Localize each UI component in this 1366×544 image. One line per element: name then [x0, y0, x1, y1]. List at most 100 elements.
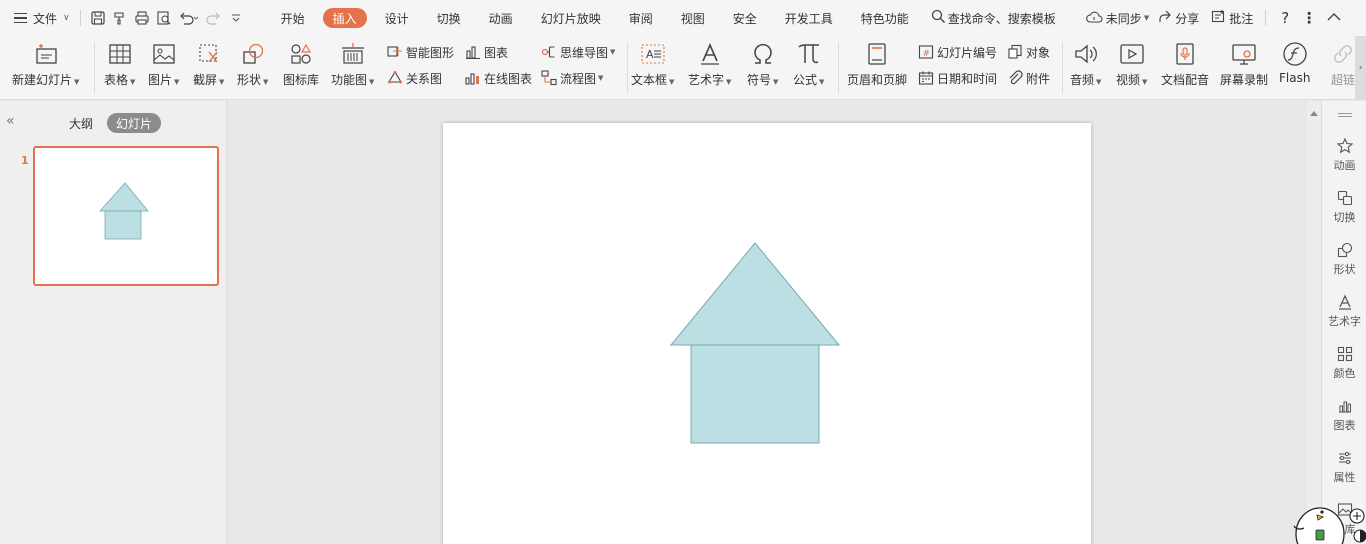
flowchart-icon	[541, 70, 557, 86]
undo-icon[interactable]	[175, 7, 203, 29]
symbol-button[interactable]: 符号 ▼	[747, 40, 778, 88]
slide-thumbnail[interactable]	[33, 146, 219, 286]
smart-art-button[interactable]: 智能图形	[387, 42, 454, 62]
house-shape[interactable]	[443, 123, 1091, 544]
divider	[79, 10, 81, 26]
svg-text:#: #	[923, 49, 931, 59]
function-chart-label: 功能图	[331, 73, 368, 87]
pane-animation-label: 动画	[1333, 159, 1356, 172]
chevron-down-icon: ∨	[63, 13, 70, 23]
divider	[627, 42, 628, 94]
textbox-button[interactable]: A 文本框 ▼	[631, 40, 674, 88]
file-menu-label: 文件	[33, 11, 58, 26]
chart-button[interactable]: 图表	[465, 42, 508, 62]
tab-animation[interactable]: 动画	[479, 8, 523, 28]
datetime-button[interactable]: 日期和时间	[918, 68, 997, 88]
print-icon[interactable]	[131, 7, 153, 29]
tab-security[interactable]: 安全	[723, 8, 767, 28]
pane-color[interactable]: 颜色	[1322, 345, 1366, 381]
screen-record-button[interactable]: 屏幕录制	[1220, 40, 1268, 88]
voiceover-button[interactable]: 文档配音	[1161, 40, 1209, 88]
customize-toolbar-icon[interactable]	[225, 7, 247, 29]
function-chart-button[interactable]: 功能图 ▼	[331, 40, 374, 88]
transition-icon	[1336, 189, 1354, 207]
pane-wordart[interactable]: 艺术字	[1322, 293, 1366, 329]
hyperlink-button[interactable]: 超链	[1329, 40, 1357, 88]
video-button[interactable]: 视频 ▼	[1116, 40, 1147, 88]
pane-transition[interactable]: 切换	[1322, 189, 1366, 225]
print-preview-icon[interactable]	[153, 7, 175, 29]
table-button[interactable]: 表格 ▼	[104, 40, 135, 88]
pane-shape-label: 形状	[1333, 263, 1356, 276]
comment-button[interactable]: 批注	[1211, 0, 1253, 36]
flash-icon	[1281, 40, 1309, 68]
header-footer-button[interactable]: 页眉和页脚	[847, 40, 907, 88]
rectangle-body[interactable]	[690, 344, 820, 444]
slide-number-icon: #	[918, 44, 934, 60]
search-icon	[931, 9, 946, 27]
mindmap-label: 思维导图	[560, 45, 609, 60]
attachment-button[interactable]: 附件	[1007, 68, 1050, 88]
pane-properties[interactable]: 属性	[1322, 449, 1366, 485]
more-button[interactable]: ⋮	[1302, 0, 1317, 36]
collapse-ribbon-button[interactable]	[1326, 0, 1342, 36]
relation-chart-button[interactable]: 关系图	[387, 68, 442, 88]
redo-icon[interactable]	[203, 7, 225, 29]
thumbnail-house-shape	[99, 182, 149, 240]
mindmap-button[interactable]: 思维导图 ▼	[541, 42, 615, 62]
tab-transition[interactable]: 切换	[427, 8, 471, 28]
tab-design[interactable]: 设计	[375, 8, 419, 28]
online-chart-button[interactable]: 在线图表	[465, 68, 532, 88]
slide-number-button[interactable]: # 幻灯片编号	[918, 42, 997, 62]
sync-status[interactable]: 未同步 ▼	[1085, 0, 1149, 36]
mascot-bird-icon	[1293, 507, 1366, 544]
share-button[interactable]: 分享	[1157, 0, 1199, 36]
help-button[interactable]: ?	[1276, 0, 1294, 36]
wordart-button[interactable]: 艺术字 ▼	[688, 40, 731, 88]
tab-outline[interactable]: 大纲	[60, 113, 102, 133]
screenshot-icon	[195, 40, 223, 68]
tab-slideshow[interactable]: 幻灯片放映	[531, 8, 611, 28]
flash-button[interactable]: Flash	[1279, 40, 1310, 85]
editing-canvas[interactable]	[228, 101, 1307, 544]
online-chart-label: 在线图表	[484, 71, 533, 86]
picture-button[interactable]: 图片 ▼	[148, 40, 179, 88]
audio-button[interactable]: 音频 ▼	[1070, 40, 1101, 88]
format-painter-icon[interactable]	[109, 7, 131, 29]
tab-insert[interactable]: 插入	[322, 8, 367, 28]
header-footer-label: 页眉和页脚	[847, 73, 908, 87]
object-icon	[1007, 44, 1023, 60]
new-slide-button[interactable]: 新建幻灯片 ▼	[12, 40, 79, 88]
divider	[94, 42, 95, 94]
shape-label: 形状	[237, 73, 262, 87]
ribbon-scroll-right-button[interactable]: ›	[1355, 36, 1366, 99]
collapse-panel-icon[interactable]: «	[6, 113, 15, 129]
header-footer-icon	[863, 40, 891, 68]
tab-view[interactable]: 视图	[671, 8, 715, 28]
formula-button[interactable]: 公式 ▼	[793, 40, 824, 88]
icon-library-button[interactable]: 图标库	[283, 40, 319, 88]
tab-special[interactable]: 特色功能	[851, 8, 919, 28]
symbol-label: 符号	[747, 73, 772, 87]
object-button[interactable]: 对象	[1007, 42, 1050, 62]
screenshot-button[interactable]: 截屏 ▼	[193, 40, 224, 88]
tab-slides[interactable]: 幻灯片	[107, 113, 162, 133]
shape-button[interactable]: 形状 ▼	[237, 40, 268, 88]
hyperlink-label: 超链	[1330, 73, 1355, 87]
tab-developer[interactable]: 开发工具	[775, 8, 843, 28]
save-icon[interactable]	[87, 7, 109, 29]
tab-home[interactable]: 开始	[271, 8, 315, 28]
vertical-scrollbar[interactable]	[1307, 101, 1321, 544]
triangle-roof[interactable]	[669, 242, 841, 346]
flowchart-button[interactable]: 流程图 ▼	[541, 68, 603, 88]
pane-shape[interactable]: 形状	[1322, 241, 1366, 277]
scroll-up-arrow-icon[interactable]	[1310, 111, 1318, 116]
assistant-mascot[interactable]	[1290, 494, 1366, 544]
pane-animation[interactable]: 动画	[1322, 137, 1366, 173]
tab-review[interactable]: 审阅	[619, 8, 663, 28]
smart-art-icon	[387, 44, 403, 60]
file-menu[interactable]: 文件 ∨	[14, 0, 70, 36]
slide[interactable]	[443, 123, 1091, 544]
pane-chart[interactable]: 图表	[1322, 397, 1366, 433]
command-search[interactable]: 查找命令、搜索模板	[931, 0, 1056, 36]
